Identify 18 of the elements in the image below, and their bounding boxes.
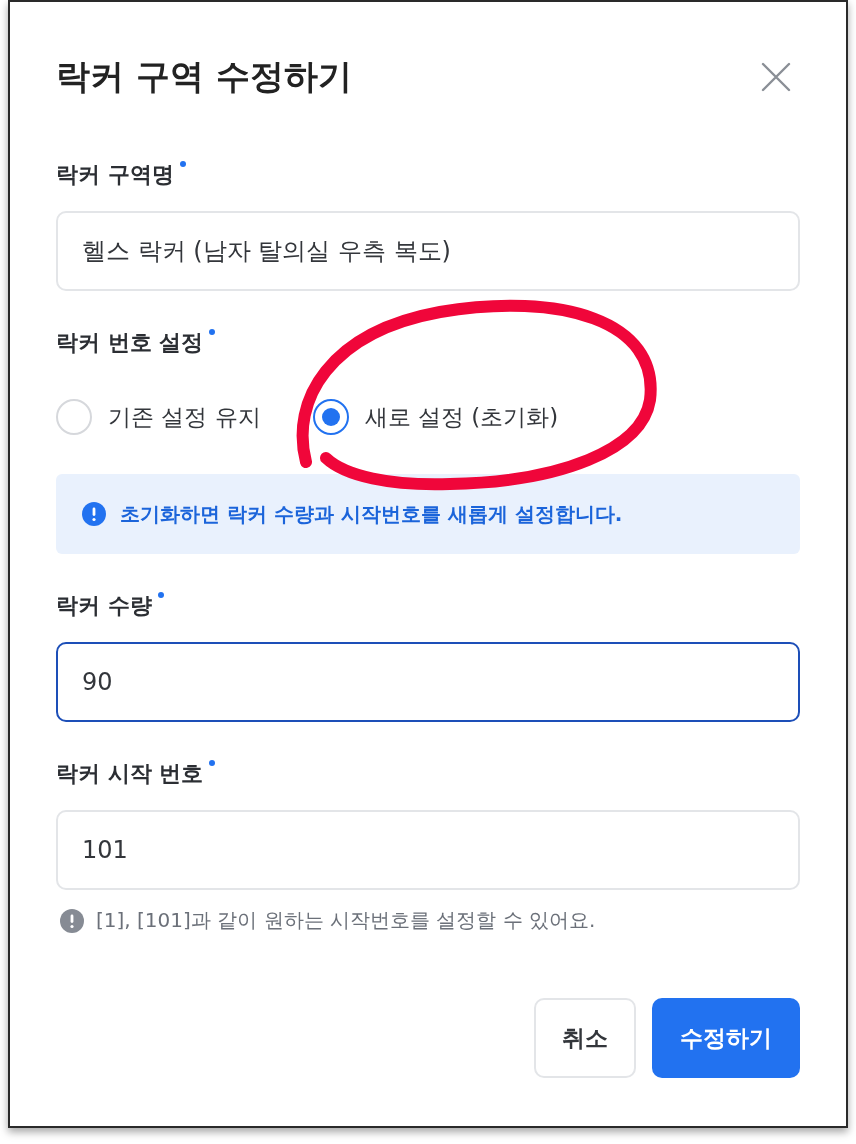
input-field[interactable]: 헬스 락커 (남자 탈의실 우측 복도): [56, 211, 800, 291]
close-icon[interactable]: [760, 61, 792, 93]
field-label: 락커 번호 설정: [56, 329, 204, 357]
radio-option[interactable]: 기존 설정 유지: [56, 399, 261, 435]
field-label: 락커 시작 번호: [56, 760, 204, 788]
submit-button[interactable]: 수정하기: [652, 998, 800, 1078]
radio-button[interactable]: [312, 399, 349, 435]
input-field[interactable]: 101: [56, 810, 800, 890]
hint-text: [1], [101]과 같이 원하는 시작번호를 설정할 수 있어요.: [96, 907, 596, 934]
input-field[interactable]: 90: [56, 642, 800, 722]
info-icon: [82, 502, 106, 526]
info-icon: [60, 908, 84, 933]
field-label: 락커 구역명: [56, 161, 174, 189]
dialog-title: 락커 구역 수정하기: [56, 55, 352, 98]
radio-option[interactable]: 새로 설정 (초기화): [312, 399, 559, 435]
field-label: 락커 수량: [56, 592, 152, 620]
cancel-button[interactable]: 취소: [534, 998, 636, 1078]
notice-text: 초기화하면 락커 수량과 시작번호를 새롭게 설정합니다.: [120, 500, 623, 528]
